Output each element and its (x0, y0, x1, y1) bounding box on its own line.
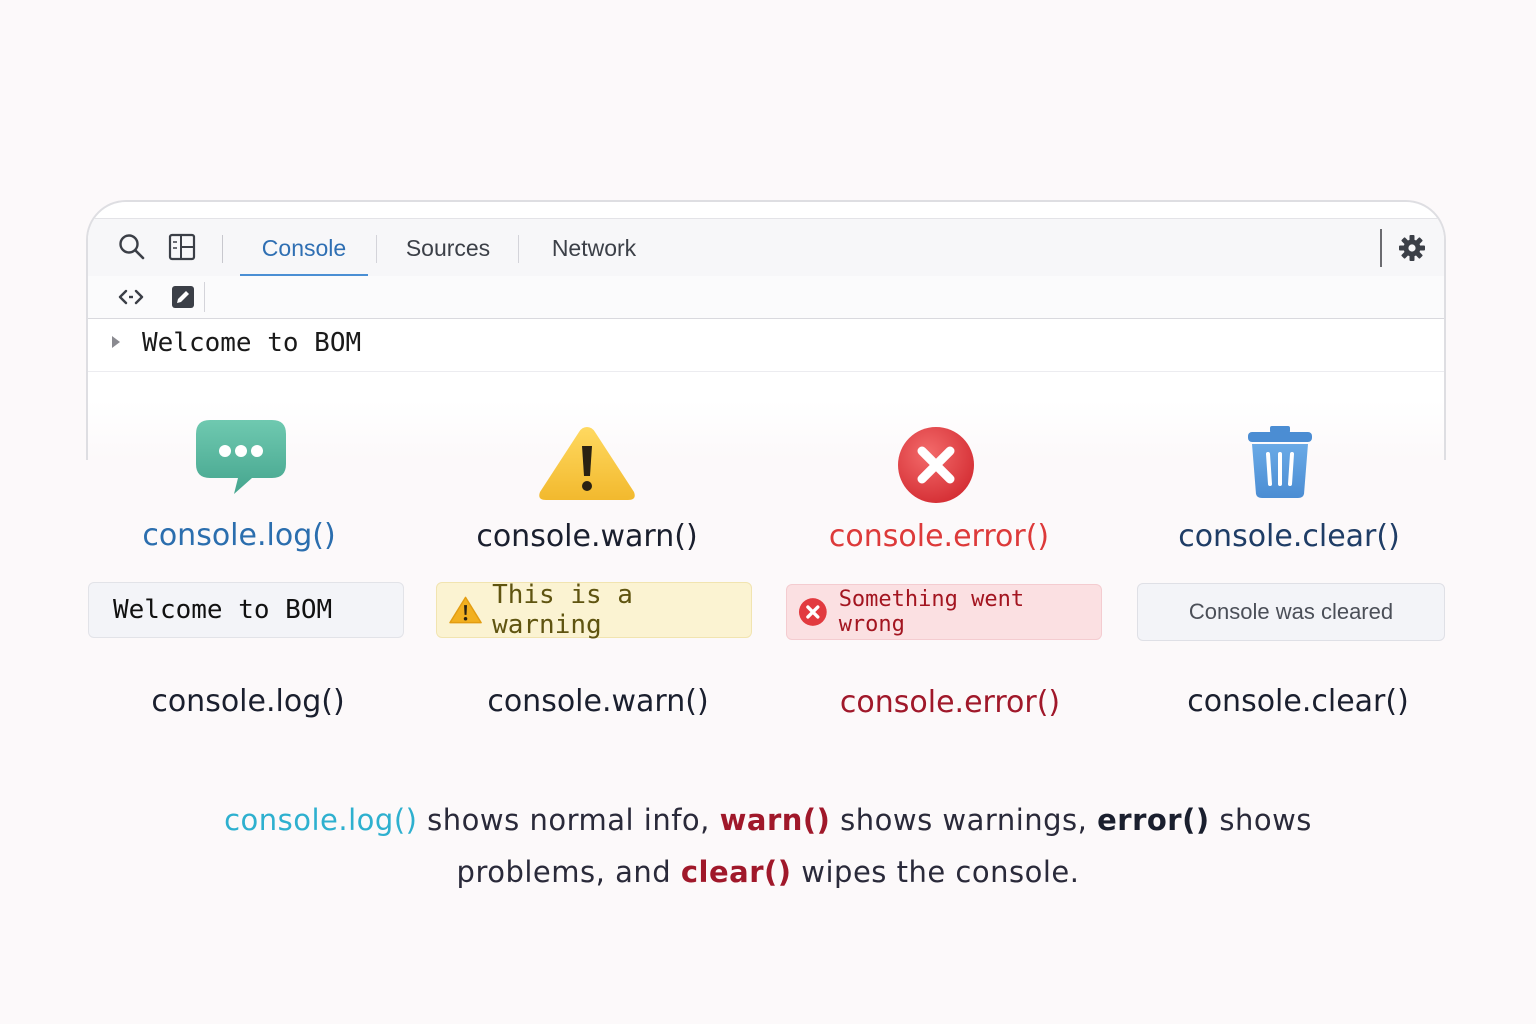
error-sample-output: Something went wrong (786, 584, 1102, 640)
tab-network[interactable]: Network (532, 219, 656, 277)
error-icon (798, 598, 827, 626)
console-error-title: console.error() (828, 519, 1050, 554)
console-warn-label: console.warn() (487, 684, 709, 719)
console-log-title: console.log() (142, 518, 336, 553)
tab-sources[interactable]: Sources (390, 219, 506, 277)
error-icon (898, 427, 974, 503)
caption-log-term: console.log() (224, 803, 418, 837)
caption-text: shows normal info, (417, 803, 720, 837)
console-clear-label: console.clear() (1187, 684, 1409, 719)
console-warn-title: console.warn() (476, 519, 698, 554)
expand-arrows-icon[interactable] (116, 282, 146, 312)
expand-caret-icon[interactable] (112, 336, 120, 348)
console-toolbar (88, 276, 1444, 319)
caption-text: shows warnings, (830, 803, 1098, 837)
warning-icon (539, 427, 635, 500)
tab-divider (376, 235, 377, 263)
tab-divider (222, 235, 223, 263)
tab-console[interactable]: Console (240, 219, 368, 277)
tab-divider (518, 235, 519, 263)
error-sample-text: Something went wrong (838, 587, 1025, 637)
devtools-tab-bar: Console Sources Network (88, 218, 1444, 278)
console-log-label: console.log() (151, 684, 345, 719)
caption-line-1: console.log() shows normal info, warn() … (0, 803, 1536, 837)
trash-icon (1248, 426, 1312, 498)
caption-error-term: error() (1097, 803, 1210, 837)
speech-bubble-icon (196, 420, 286, 494)
console-clear-title: console.clear() (1178, 519, 1400, 554)
log-message: Welcome to BOM (142, 328, 362, 358)
caption-warn-term: warn() (719, 803, 831, 837)
warning-icon (449, 596, 482, 624)
toolbar-divider (204, 282, 205, 312)
caption-clear-term: clear() (680, 855, 792, 889)
edit-icon[interactable] (168, 282, 198, 312)
caption-text: shows (1209, 803, 1312, 837)
console-log-line[interactable]: Welcome to BOM (88, 319, 1444, 372)
warn-sample-text: This is a warning (492, 580, 633, 640)
warn-sample-output: This is a warning (436, 580, 752, 640)
dock-panel-icon[interactable] (166, 231, 198, 263)
console-error-label: console.error() (839, 685, 1061, 720)
gear-icon[interactable] (1396, 232, 1428, 264)
log-sample-text: Welcome to BOM (113, 595, 333, 625)
search-icon[interactable] (116, 231, 148, 263)
toolbar-divider (1380, 229, 1382, 267)
caption-text: problems, and (456, 855, 681, 889)
caption-text: wipes the console. (791, 855, 1080, 889)
clear-sample-output: Console was cleared (1137, 583, 1445, 641)
clear-sample-text: Console was cleared (1188, 599, 1394, 624)
log-sample-output: Welcome to BOM (88, 582, 404, 638)
devtools-panel: Console Sources Network Welcome to BOM (86, 200, 1446, 460)
caption-line-2: problems, and clear() wipes the console. (0, 855, 1536, 889)
